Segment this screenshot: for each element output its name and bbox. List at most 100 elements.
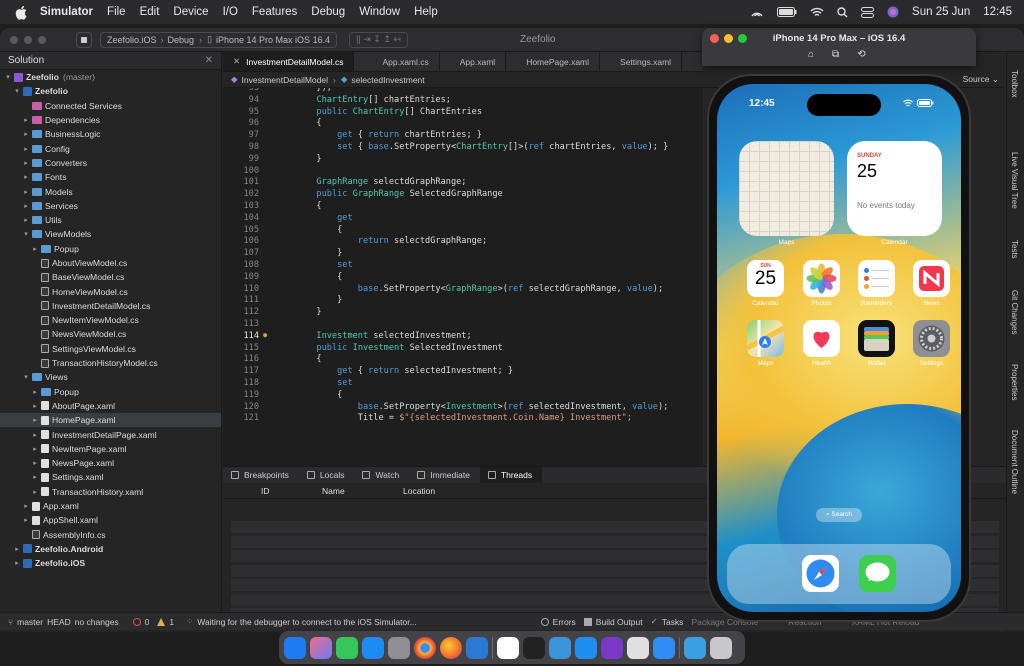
window-minimize-button[interactable] bbox=[24, 35, 32, 44]
tree-item[interactable]: Connected Services bbox=[0, 99, 221, 113]
chevron-right-icon[interactable]: ▸ bbox=[31, 388, 39, 396]
battery-icon[interactable] bbox=[777, 7, 797, 17]
line-number[interactable]: 97 bbox=[223, 130, 263, 142]
maps-widget[interactable] bbox=[739, 141, 834, 236]
tab-threads[interactable]: Threads bbox=[479, 467, 543, 483]
debug-controls[interactable]: || ⇥ ↧ ↥ ↤ bbox=[349, 31, 408, 48]
rotate-icon[interactable]: ⟲ bbox=[857, 49, 865, 60]
tree-item[interactable]: ▸ Services bbox=[0, 199, 221, 213]
tests-tab[interactable]: Tests bbox=[1010, 240, 1019, 259]
chevron-right-icon[interactable]: ▸ bbox=[22, 159, 30, 167]
tasks-button[interactable]: ✓ Tasks bbox=[651, 616, 684, 627]
code-line[interactable]: 108 set bbox=[223, 260, 703, 272]
line-number[interactable]: 105 bbox=[223, 225, 263, 237]
code-line[interactable]: 117 get { return selectedInvestment; } bbox=[223, 366, 703, 378]
line-number[interactable]: 121 bbox=[223, 413, 263, 425]
iphone-home-screen[interactable]: 12:45 Maps SUNDAY 25 No events today Cal… bbox=[717, 84, 961, 612]
tree-item[interactable]: NewsViewModel.cs bbox=[0, 327, 221, 341]
line-number[interactable]: 100 bbox=[223, 166, 263, 178]
build-output-button[interactable]: Build Output bbox=[583, 617, 643, 627]
tab-settings-xaml[interactable]: Settings.xaml bbox=[600, 52, 683, 71]
tree-item[interactable]: AssemblyInfo.cs bbox=[0, 528, 221, 542]
tree-item[interactable]: ▸ InvestmentDetailPage.xaml bbox=[0, 427, 221, 441]
close-pad-icon[interactable]: ✕ bbox=[205, 55, 213, 66]
tab-homepage-xaml[interactable]: HomePage.xaml bbox=[506, 52, 601, 71]
tab-locals[interactable]: Locals bbox=[299, 467, 355, 483]
menu-edit[interactable]: Edit bbox=[140, 6, 160, 18]
tab-watch[interactable]: Watch bbox=[354, 467, 409, 483]
line-number[interactable]: 102 bbox=[223, 189, 263, 201]
breadcrumb-class[interactable]: InvestmentDetailModel bbox=[242, 75, 328, 85]
tree-item[interactable]: ▸ Fonts bbox=[0, 170, 221, 184]
code-line[interactable]: 110 base.SetProperty<GraphRange>(ref sel… bbox=[223, 284, 703, 296]
tree-item[interactable]: NewItemViewModel.cs bbox=[0, 313, 221, 327]
chevron-right-icon[interactable]: ▸ bbox=[31, 402, 39, 410]
settings-app-icon[interactable] bbox=[913, 320, 950, 357]
tab-immediate[interactable]: Immediate bbox=[409, 467, 480, 483]
tree-item[interactable]: ▸ BusinessLogic bbox=[0, 127, 221, 141]
chevron-right-icon[interactable]: ▸ bbox=[31, 416, 39, 424]
code-line[interactable]: 113 bbox=[223, 319, 703, 331]
tree-item[interactable]: ▸ Zeefolio.iOS bbox=[0, 556, 221, 570]
menu-app-name[interactable]: Simulator bbox=[40, 6, 93, 18]
git-branch[interactable]: ⑂ master HEAD no changes bbox=[8, 617, 119, 627]
chevron-right-icon[interactable]: ▸ bbox=[22, 188, 30, 196]
github-desktop-dock-icon[interactable] bbox=[627, 636, 649, 659]
line-number[interactable]: 99 bbox=[223, 154, 263, 166]
chevron-right-icon[interactable]: ▸ bbox=[22, 216, 30, 224]
tree-item[interactable]: ▸ Dependencies bbox=[0, 113, 221, 127]
close-tab-icon[interactable]: ✕ bbox=[233, 56, 240, 67]
control-center-icon[interactable] bbox=[861, 6, 875, 18]
simulator-dock-icon[interactable] bbox=[549, 636, 571, 659]
source-view-selector[interactable]: Source ⌄ bbox=[963, 74, 999, 85]
tab-breakpoints[interactable]: Breakpoints bbox=[223, 467, 299, 483]
code-editor[interactable]: 93 }); 94 ChartEntry[] chartEntries; 95 pu… bbox=[223, 88, 703, 466]
code-line[interactable]: 114 ● Investment selectedInvestment; bbox=[223, 331, 703, 343]
vscode-dock-icon[interactable] bbox=[466, 636, 488, 659]
errors-panel-button[interactable]: Errors bbox=[540, 617, 576, 627]
menu-window[interactable]: Window bbox=[359, 6, 400, 18]
tree-item[interactable]: ▸ Converters bbox=[0, 156, 221, 170]
line-number[interactable]: 118 bbox=[223, 378, 263, 390]
tree-item[interactable]: ▸ Zeefolio.Android bbox=[0, 542, 221, 556]
error-count[interactable]: 0 bbox=[132, 617, 149, 627]
firefox-dock-icon[interactable] bbox=[440, 636, 462, 659]
tree-item[interactable]: ▸ AppShell.xaml bbox=[0, 513, 221, 527]
line-number[interactable]: 116 bbox=[223, 354, 263, 366]
code-line[interactable]: 106 return selectdGraphRange; bbox=[223, 236, 703, 248]
line-number[interactable]: 98 bbox=[223, 142, 263, 154]
menu-device[interactable]: Device bbox=[173, 6, 208, 18]
code-line[interactable]: 94 ChartEntry[] chartEntries; bbox=[223, 95, 703, 107]
calendar-widget[interactable]: SUNDAY 25 No events today bbox=[847, 141, 942, 236]
messages-dock-icon[interactable] bbox=[336, 636, 358, 659]
safari-app-icon[interactable] bbox=[802, 555, 839, 592]
slack-dock-icon[interactable] bbox=[497, 636, 519, 659]
chevron-right-icon[interactable]: ▸ bbox=[22, 145, 30, 153]
tab-app-xaml[interactable]: App.xaml bbox=[440, 52, 507, 71]
chevron-down-icon[interactable]: ▾ bbox=[22, 230, 30, 238]
tree-item[interactable]: ▾ Views bbox=[0, 370, 221, 384]
messages-app-icon[interactable] bbox=[859, 555, 896, 592]
code-line[interactable]: 107 } bbox=[223, 248, 703, 260]
chevron-right-icon[interactable]: ▸ bbox=[22, 502, 30, 510]
tree-item[interactable]: ▾ Zeefolio (master) bbox=[0, 70, 221, 84]
line-number[interactable]: 101 bbox=[223, 177, 263, 189]
breadcrumb-member[interactable]: selectedInvestment bbox=[351, 75, 424, 85]
chevron-right-icon[interactable]: ▸ bbox=[31, 245, 39, 253]
tree-item[interactable]: ▸ Models bbox=[0, 184, 221, 198]
code-line[interactable]: 99 } bbox=[223, 154, 703, 166]
terminal-dock-icon[interactable] bbox=[523, 636, 545, 659]
code-line[interactable]: 102 public GraphRange SelectedGraphRange bbox=[223, 189, 703, 201]
line-number[interactable]: 119 bbox=[223, 390, 263, 402]
tree-item[interactable]: AboutViewModel.cs bbox=[0, 256, 221, 270]
trash-dock-icon[interactable] bbox=[710, 636, 732, 659]
line-number[interactable]: 94 bbox=[223, 95, 263, 107]
configuration-selector[interactable]: Zeefolio.iOS › Debug › ▯ iPhone 14 Pro M… bbox=[100, 31, 338, 48]
code-line[interactable]: 97 get { return chartEntries; } bbox=[223, 130, 703, 142]
code-line[interactable]: 115 public Investment SelectedInvestment bbox=[223, 343, 703, 355]
line-number[interactable]: 113 bbox=[223, 319, 263, 331]
finder-dock-icon[interactable] bbox=[284, 636, 306, 659]
code-line[interactable]: 100 bbox=[223, 166, 703, 178]
tree-item[interactable]: ▸ Config bbox=[0, 141, 221, 155]
menubar-clock[interactable]: 12:45 bbox=[983, 6, 1012, 18]
